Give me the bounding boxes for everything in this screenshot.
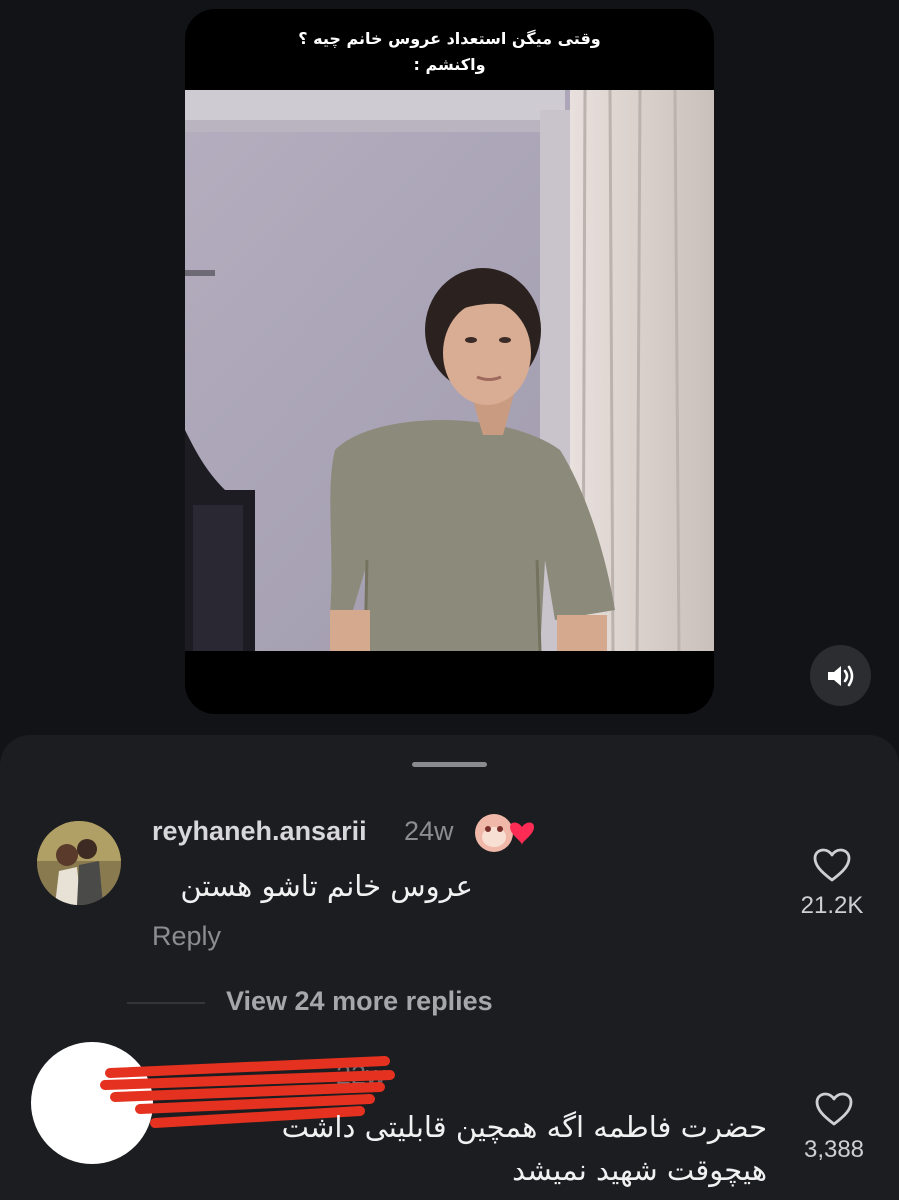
view-more-replies-button[interactable]: View 24 more replies [226,986,493,1017]
comment-text-line-2: هیچوقت شهید نمیشد [512,1153,767,1187]
comment-username[interactable]: reyhaneh.ansarii [152,816,367,847]
comment-text: عروس خانم تاشو هستن [180,869,473,903]
like-column: 3,388 [792,1091,876,1164]
heart-like-icon[interactable] [814,1091,854,1127]
like-count: 21.2K [800,892,864,919]
drag-handle[interactable] [412,762,487,767]
video-player[interactable]: وقتی میگن استعداد عروس خانم چیه ؟ واکنشم… [185,9,714,714]
comments-sheet: reyhaneh.ansarii 24w عروس خانم تاشو هستن… [0,735,899,1200]
video-frame-image [185,90,714,651]
sticker-heart-icon [472,811,538,855]
caption-line-1: وقتی میگن استعداد عروس خانم چیه ؟ [298,29,601,48]
avatar-photo [37,821,121,905]
like-column: 21.2K [790,847,874,920]
heart-like-icon[interactable] [812,847,852,883]
like-count: 3,388 [803,1136,865,1163]
comment-timestamp: 24w [404,816,454,846]
avatar[interactable] [37,821,121,905]
speaker-volume-icon [827,665,853,686]
reply-button[interactable]: Reply [152,921,221,952]
video-caption: وقتی میگن استعداد عروس خانم چیه ؟ واکنشم… [185,9,714,81]
video-frame [185,90,714,651]
comment-text-line-1: حضرت فاطمه اگه همچین قابلیتی داشت [281,1110,767,1144]
replies-divider [127,1002,205,1004]
mute-button[interactable] [810,645,871,706]
username-text[interactable]: reyhaneh.ansarii [152,816,367,846]
caption-line-2: واکنشم : [413,55,486,74]
